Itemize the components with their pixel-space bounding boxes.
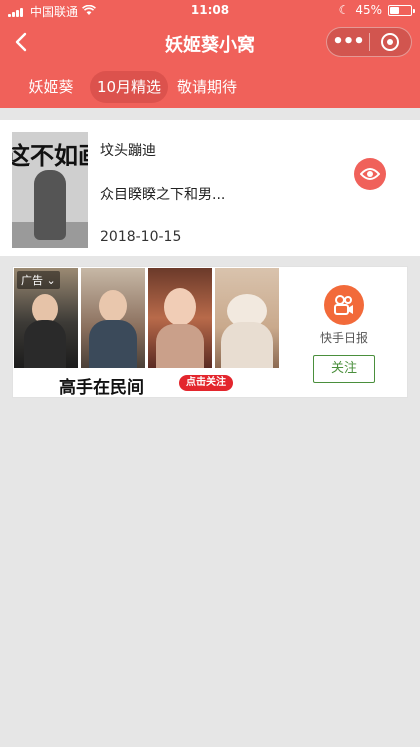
article-description: 众目睽睽之下和男... bbox=[100, 187, 226, 203]
tab-october-picks[interactable]: 10月精选 bbox=[90, 71, 168, 103]
ad-image-4 bbox=[215, 268, 279, 368]
tab-bar: 妖姬葵 10月精选 敬请期待 bbox=[0, 68, 420, 106]
article-thumbnail[interactable]: 这不如画 bbox=[12, 132, 88, 248]
tab-yaojikui[interactable]: 妖姬葵 bbox=[18, 71, 84, 103]
tab-coming-soon[interactable]: 敬请期待 bbox=[172, 71, 242, 103]
ad-image-2 bbox=[81, 268, 145, 368]
article-date: 2018-10-15 bbox=[100, 229, 182, 245]
thumbnail-figure bbox=[34, 170, 66, 240]
ad-badge[interactable]: 广告 ⌄ bbox=[17, 271, 60, 289]
moon-icon: ☾ bbox=[338, 3, 350, 17]
ad-banner[interactable]: 广告 ⌄ 高手在民间 点击关注 快手日报 关注 bbox=[12, 266, 408, 398]
ad-image-3 bbox=[148, 268, 212, 368]
follow-button[interactable]: 关注 bbox=[313, 355, 375, 383]
navbar: 妖姬葵小窝 ••• bbox=[0, 22, 420, 62]
eye-icon[interactable] bbox=[354, 158, 386, 190]
header: 中国联通 11:08 ☾ 45% 妖姬葵小窝 ••• 妖姬葵 10月精选 敬请期… bbox=[0, 0, 420, 108]
miniprogram-capsule: ••• bbox=[326, 27, 412, 57]
battery-icon bbox=[388, 4, 415, 16]
article-card[interactable]: 这不如画 坟头蹦迪 众目睽睽之下和男... 2018-10-15 bbox=[0, 120, 420, 256]
article-name: 坟头蹦迪 bbox=[100, 143, 156, 159]
target-icon[interactable] bbox=[370, 33, 411, 51]
ad-brand-name: 快手日报 bbox=[319, 331, 368, 345]
status-bar: 中国联通 11:08 ☾ 45% bbox=[0, 0, 420, 22]
kuaishou-camera-icon bbox=[324, 285, 364, 325]
more-dots-icon[interactable]: ••• bbox=[327, 30, 369, 54]
ad-slogan: 高手在民间 bbox=[59, 378, 144, 398]
battery-percent: 45% bbox=[355, 3, 382, 17]
ad-cta-button[interactable]: 点击关注 bbox=[179, 375, 233, 391]
status-right: ☾ 45% bbox=[338, 3, 415, 17]
thumbnail-text: 这不如画 bbox=[12, 142, 88, 170]
